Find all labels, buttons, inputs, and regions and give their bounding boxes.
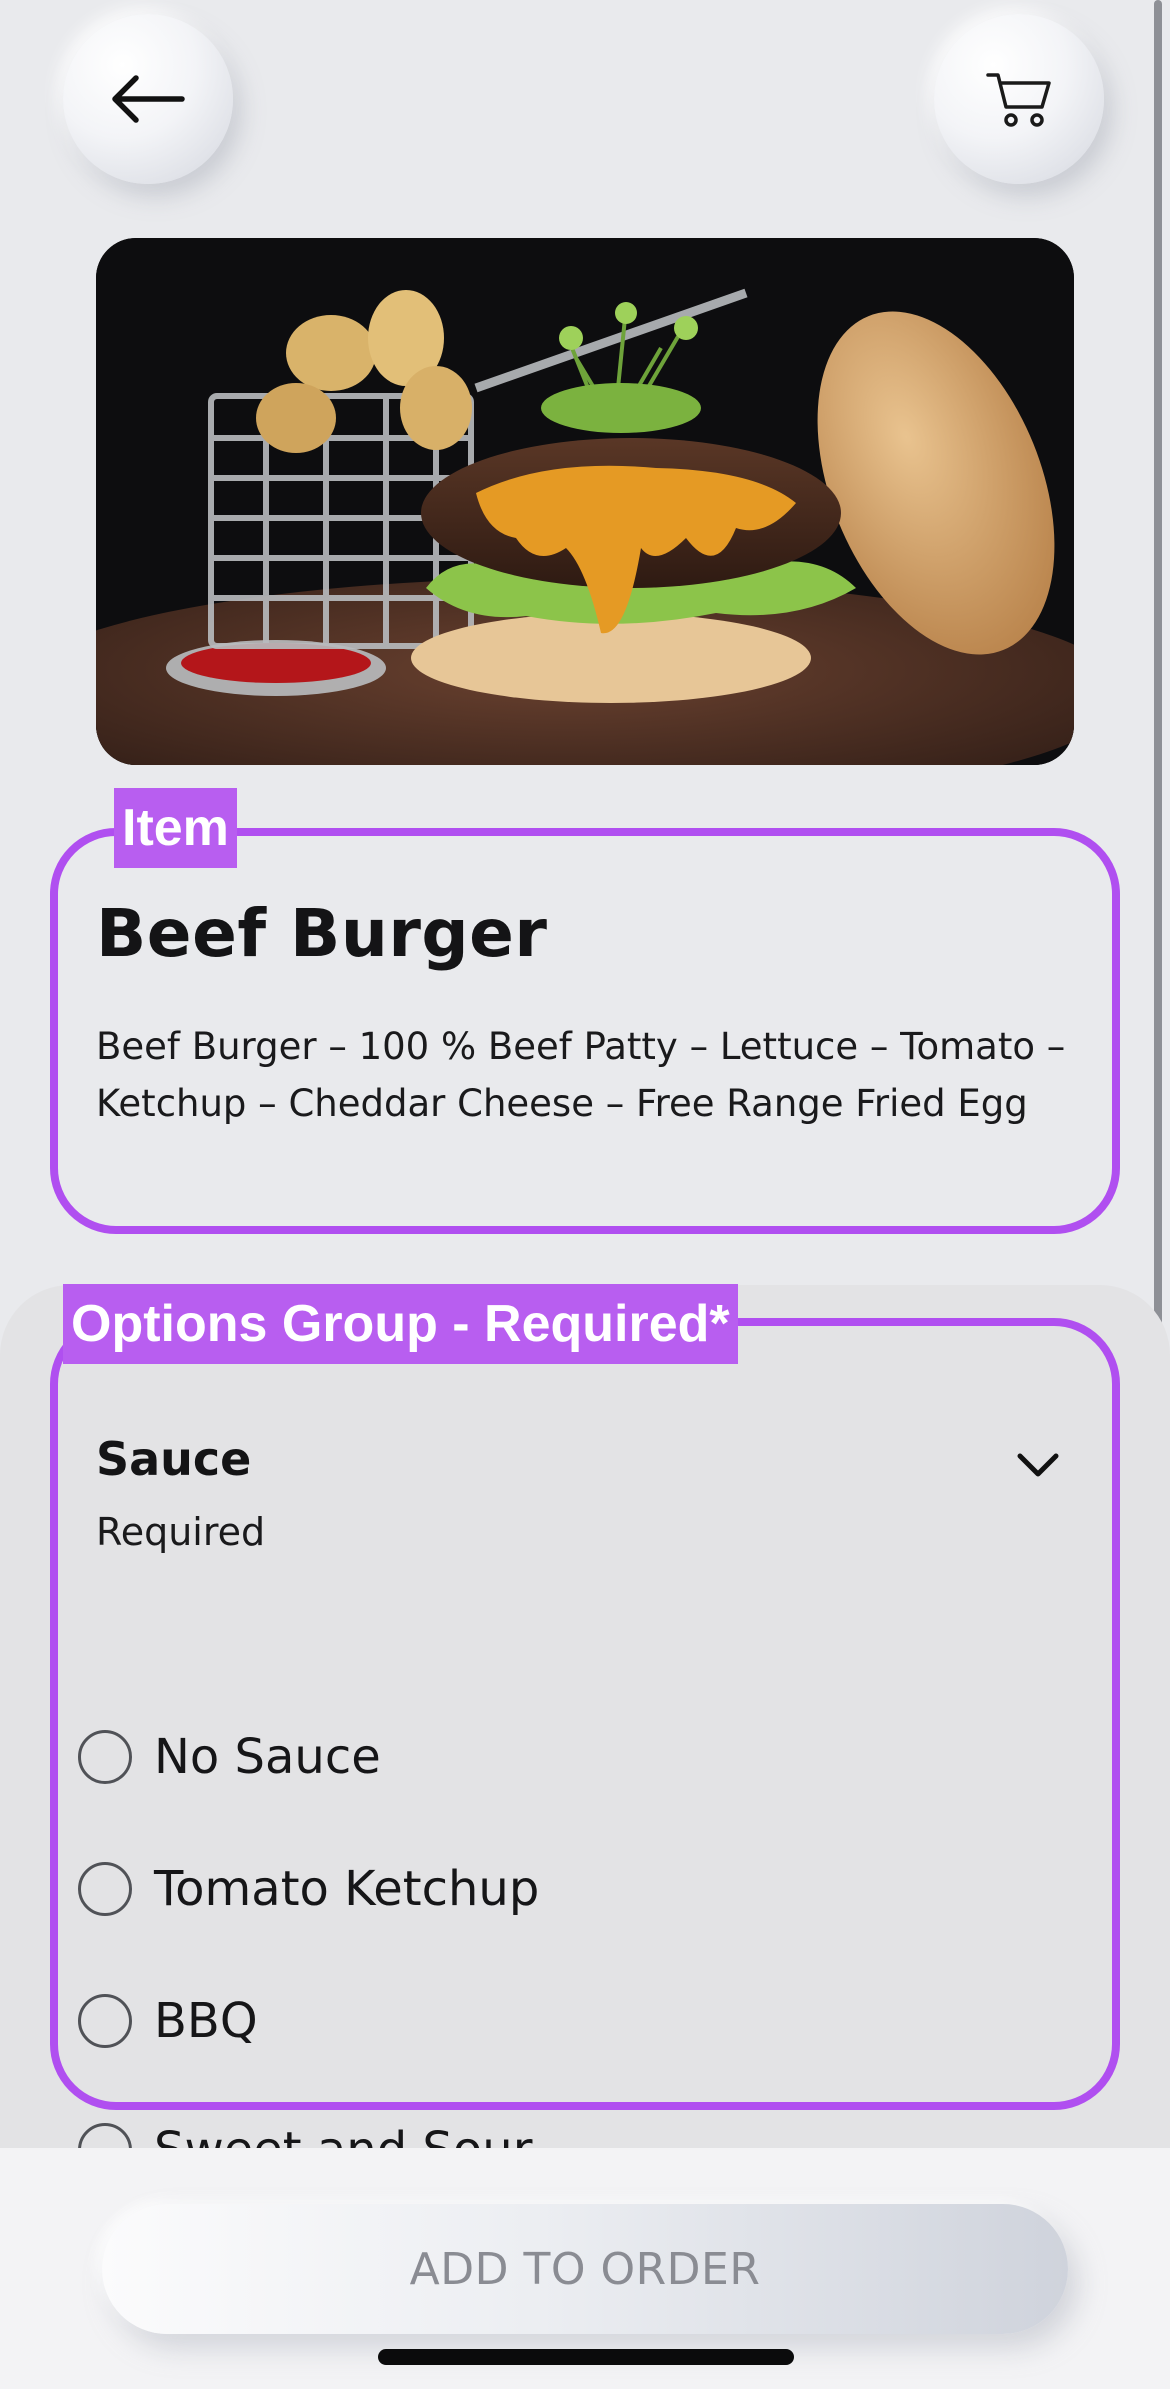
item-title: Beef Burger <box>96 895 548 972</box>
back-button[interactable] <box>63 14 233 184</box>
annotation-tag-item: Item <box>114 788 237 868</box>
option-label: No Sauce <box>154 1729 381 1785</box>
option-label: Tomato Ketchup <box>154 1861 540 1917</box>
arrow-left-icon <box>112 75 185 123</box>
option-no-sauce[interactable]: No Sauce <box>78 1727 381 1787</box>
item-description: Beef Burger – 100 % Beef Patty – Lettuce… <box>96 1025 1066 1125</box>
add-to-order-button[interactable]: ADD TO ORDER <box>102 2204 1068 2334</box>
chevron-down-icon <box>1017 1453 1059 1477</box>
home-indicator <box>378 2349 794 2365</box>
option-label: BBQ <box>154 1993 258 2049</box>
options-group-subtitle: Required <box>96 1510 266 1554</box>
options-group-toggle[interactable] <box>1014 1440 1062 1488</box>
option-bbq[interactable]: BBQ <box>78 1991 258 2051</box>
product-detail-screen: Item Beef Burger Beef Burger – 100 % Bee… <box>0 0 1170 2389</box>
cart-button[interactable] <box>934 14 1104 184</box>
annotation-tag-options: Options Group - Required* <box>63 1284 738 1364</box>
burger-illustration <box>96 238 1074 765</box>
options-group-title: Sauce <box>96 1432 252 1486</box>
radio-button[interactable] <box>78 1994 132 2048</box>
option-tomato-ketchup[interactable]: Tomato Ketchup <box>78 1859 539 1919</box>
radio-button[interactable] <box>78 1862 132 1916</box>
cart-icon <box>986 73 1051 127</box>
product-image <box>96 238 1074 765</box>
radio-button[interactable] <box>78 1730 132 1784</box>
